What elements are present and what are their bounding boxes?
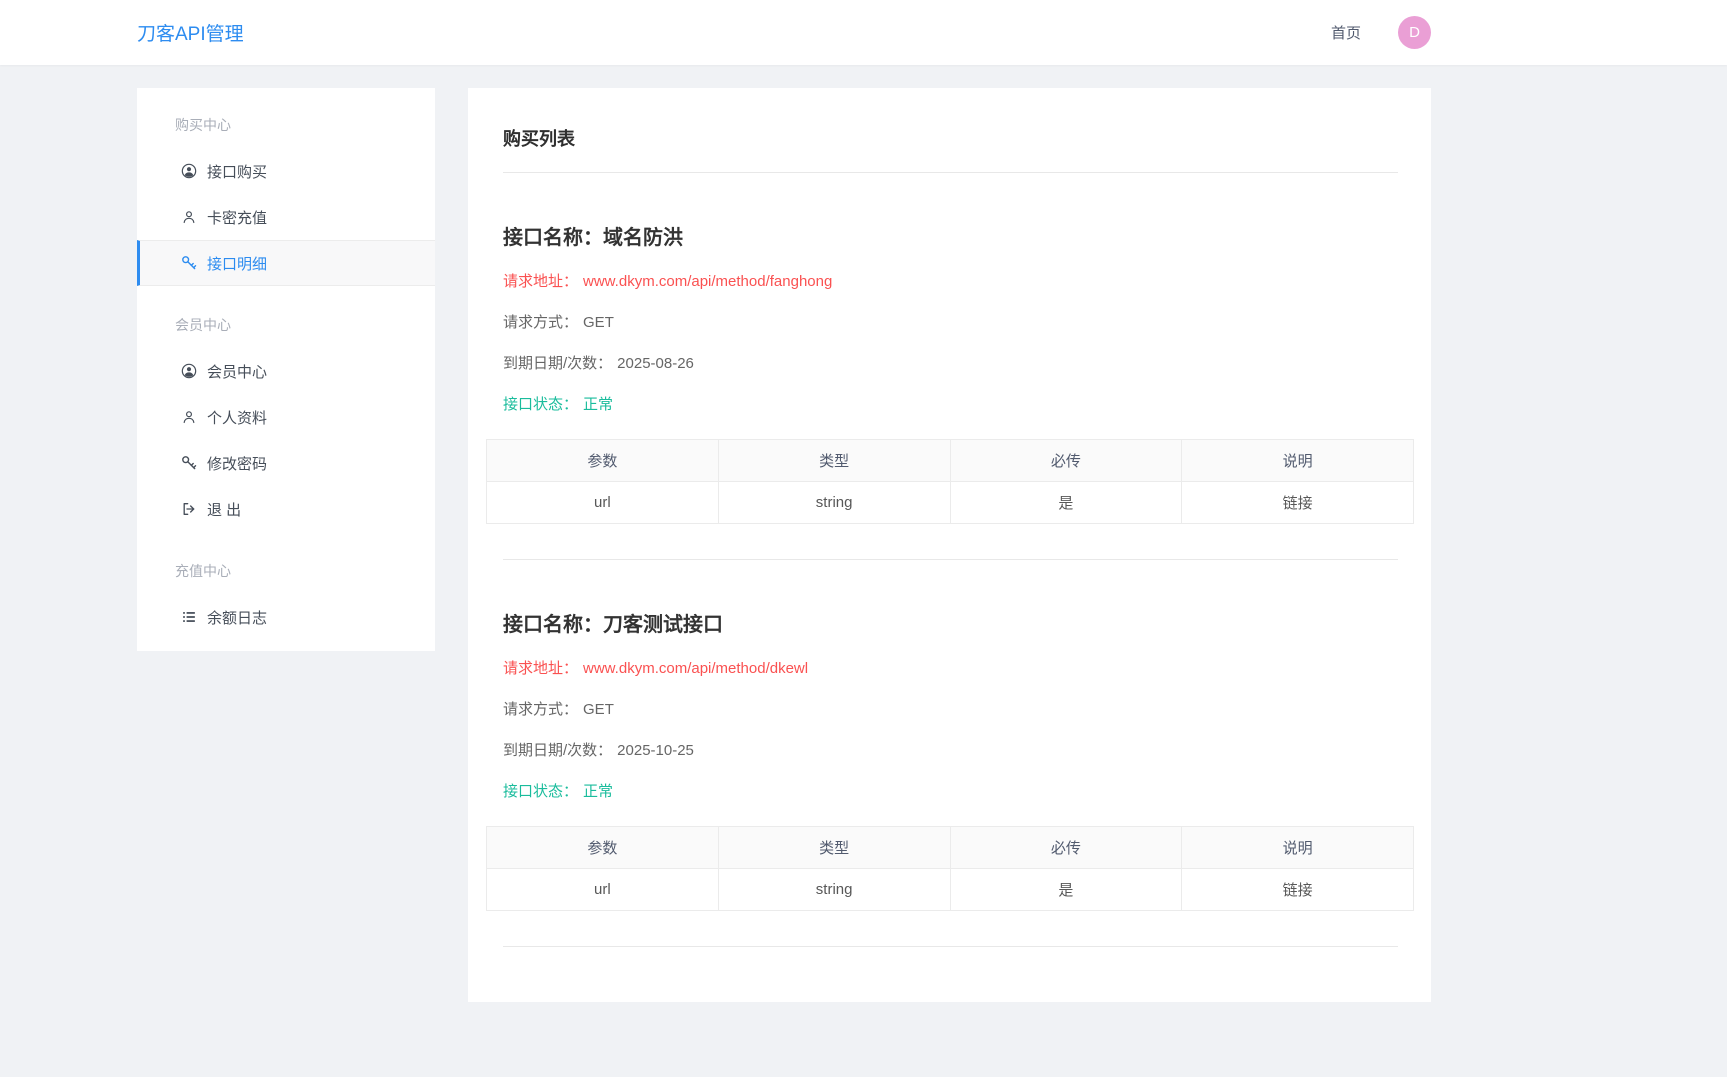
field-label: 到期日期/次数： <box>503 355 613 372</box>
params-header-row: 参数 类型 必传 说明 <box>486 439 1414 482</box>
api-request-method: 请求方式： GET <box>503 311 1396 332</box>
cell-param: url <box>486 868 719 911</box>
header-right: 首页 D <box>1331 16 1431 49</box>
logout-icon <box>181 501 197 517</box>
api-section-fanghong: 接口名称：域名防洪 请求地址： www.dkym.com/api/method/f… <box>468 221 1431 560</box>
api-status: 接口状态： 正常 <box>503 393 1396 414</box>
field-label: 到期日期/次数： <box>503 742 613 759</box>
sidebar-item-label: 退 出 <box>207 501 242 519</box>
sidebar-item-label: 接口明细 <box>207 255 268 273</box>
sidebar: 购买中心 接口购买 卡密充值 接口明细 会员中心 会员中心 个人资料 修改密码 … <box>137 88 435 651</box>
sidebar-item-profile[interactable]: 个人资料 <box>137 394 435 440</box>
api-request-method: 请求方式： GET <box>503 698 1396 719</box>
api-name-value: 刀客测试接口 <box>603 614 723 636</box>
col-header-type: 类型 <box>717 439 951 482</box>
sidebar-section-member-center: 会员中心 <box>175 317 231 333</box>
user-outline-icon <box>181 209 197 225</box>
main-content: 购买列表 接口名称：域名防洪 请求地址： www.dkym.com/api/met… <box>468 88 1431 1002</box>
field-label: 请求地址： <box>503 273 579 290</box>
sidebar-item-api-details[interactable]: 接口明细 <box>137 240 435 286</box>
api-request-url: 请求地址： www.dkym.com/api/method/fanghong <box>503 270 1396 291</box>
sidebar-item-label: 卡密充值 <box>207 209 268 227</box>
top-header: 刀客API管理 首页 D <box>0 0 1727 65</box>
sidebar-item-logout[interactable]: 退 出 <box>137 486 435 532</box>
api-section-dkewl: 接口名称：刀客测试接口 请求地址： www.dkym.com/api/method… <box>468 608 1431 947</box>
api-request-url: 请求地址： www.dkym.com/api/method/dkewl <box>503 657 1396 678</box>
sidebar-item-change-password[interactable]: 修改密码 <box>137 440 435 486</box>
sidebar-item-api-purchase[interactable]: 接口购买 <box>137 148 435 194</box>
api-expire-date: 到期日期/次数： 2025-10-25 <box>503 739 1396 760</box>
user-circle-icon <box>181 163 197 179</box>
user-outline-icon <box>181 409 197 425</box>
field-value: GET <box>583 314 614 331</box>
field-label: 请求地址： <box>503 660 579 677</box>
table-row: url string 是 链接 <box>486 868 1414 911</box>
cell-type: string <box>717 868 951 911</box>
divider <box>503 946 1398 947</box>
page-title: 购买列表 <box>503 129 575 149</box>
sidebar-item-card-recharge[interactable]: 卡密充值 <box>137 194 435 240</box>
api-name-label: 接口名称： <box>503 614 603 636</box>
col-header-required: 必传 <box>949 826 1183 869</box>
sidebar-item-balance-log[interactable]: 余额日志 <box>137 594 435 640</box>
field-label: 请求方式： <box>503 701 579 718</box>
field-value: www.dkym.com/api/method/fanghong <box>583 273 833 290</box>
divider <box>503 172 1398 173</box>
field-label: 接口状态： <box>503 783 579 800</box>
header-container: 刀客API管理 首页 D <box>137 0 1431 65</box>
field-value: 2025-10-25 <box>617 742 694 759</box>
col-header-param: 参数 <box>486 439 719 482</box>
status-badge: 正常 <box>583 396 614 413</box>
cell-param: url <box>486 481 719 524</box>
params-table: 参数 类型 必传 说明 url string 是 链接 <box>486 439 1414 524</box>
sidebar-section-recharge-center: 充值中心 <box>175 563 231 579</box>
sidebar-item-label: 接口购买 <box>207 163 268 181</box>
col-header-param: 参数 <box>486 826 719 869</box>
user-avatar[interactable]: D <box>1398 16 1431 49</box>
page-body: 购买中心 接口购买 卡密充值 接口明细 会员中心 会员中心 个人资料 修改密码 … <box>137 88 1431 1002</box>
nav-home-link[interactable]: 首页 <box>1331 22 1361 43</box>
api-name-value: 域名防洪 <box>603 227 683 249</box>
col-header-description: 说明 <box>1181 439 1414 482</box>
col-header-required: 必传 <box>949 439 1183 482</box>
api-expire-date: 到期日期/次数： 2025-08-26 <box>503 352 1396 373</box>
cell-description: 链接 <box>1181 868 1414 911</box>
sidebar-item-member-center[interactable]: 会员中心 <box>137 348 435 394</box>
sidebar-item-label: 修改密码 <box>207 455 268 473</box>
api-status: 接口状态： 正常 <box>503 780 1396 801</box>
field-label: 接口状态： <box>503 396 579 413</box>
field-value: GET <box>583 701 614 718</box>
sidebar-section-purchase-center: 购买中心 <box>175 117 231 133</box>
sidebar-item-label: 个人资料 <box>207 409 268 427</box>
list-icon <box>181 609 197 625</box>
key-icon <box>181 255 197 271</box>
user-circle-icon <box>181 363 197 379</box>
params-table: 参数 类型 必传 说明 url string 是 链接 <box>486 826 1414 911</box>
params-header-row: 参数 类型 必传 说明 <box>486 826 1414 869</box>
field-label: 请求方式： <box>503 314 579 331</box>
api-name-heading: 接口名称：刀客测试接口 <box>503 608 1396 637</box>
status-badge: 正常 <box>583 783 614 800</box>
col-header-type: 类型 <box>717 826 951 869</box>
key-icon <box>181 455 197 471</box>
cell-type: string <box>717 481 951 524</box>
cell-description: 链接 <box>1181 481 1414 524</box>
api-name-label: 接口名称： <box>503 227 603 249</box>
api-name-heading: 接口名称：域名防洪 <box>503 221 1396 250</box>
sidebar-item-label: 余额日志 <box>207 609 268 627</box>
col-header-description: 说明 <box>1181 826 1414 869</box>
cell-required: 是 <box>949 868 1183 911</box>
sidebar-item-label: 会员中心 <box>207 363 268 381</box>
field-value: 2025-08-26 <box>617 355 694 372</box>
brand-logo[interactable]: 刀客API管理 <box>137 19 244 46</box>
divider <box>503 559 1398 560</box>
table-row: url string 是 链接 <box>486 481 1414 524</box>
field-value: www.dkym.com/api/method/dkewl <box>583 660 809 677</box>
cell-required: 是 <box>949 481 1183 524</box>
